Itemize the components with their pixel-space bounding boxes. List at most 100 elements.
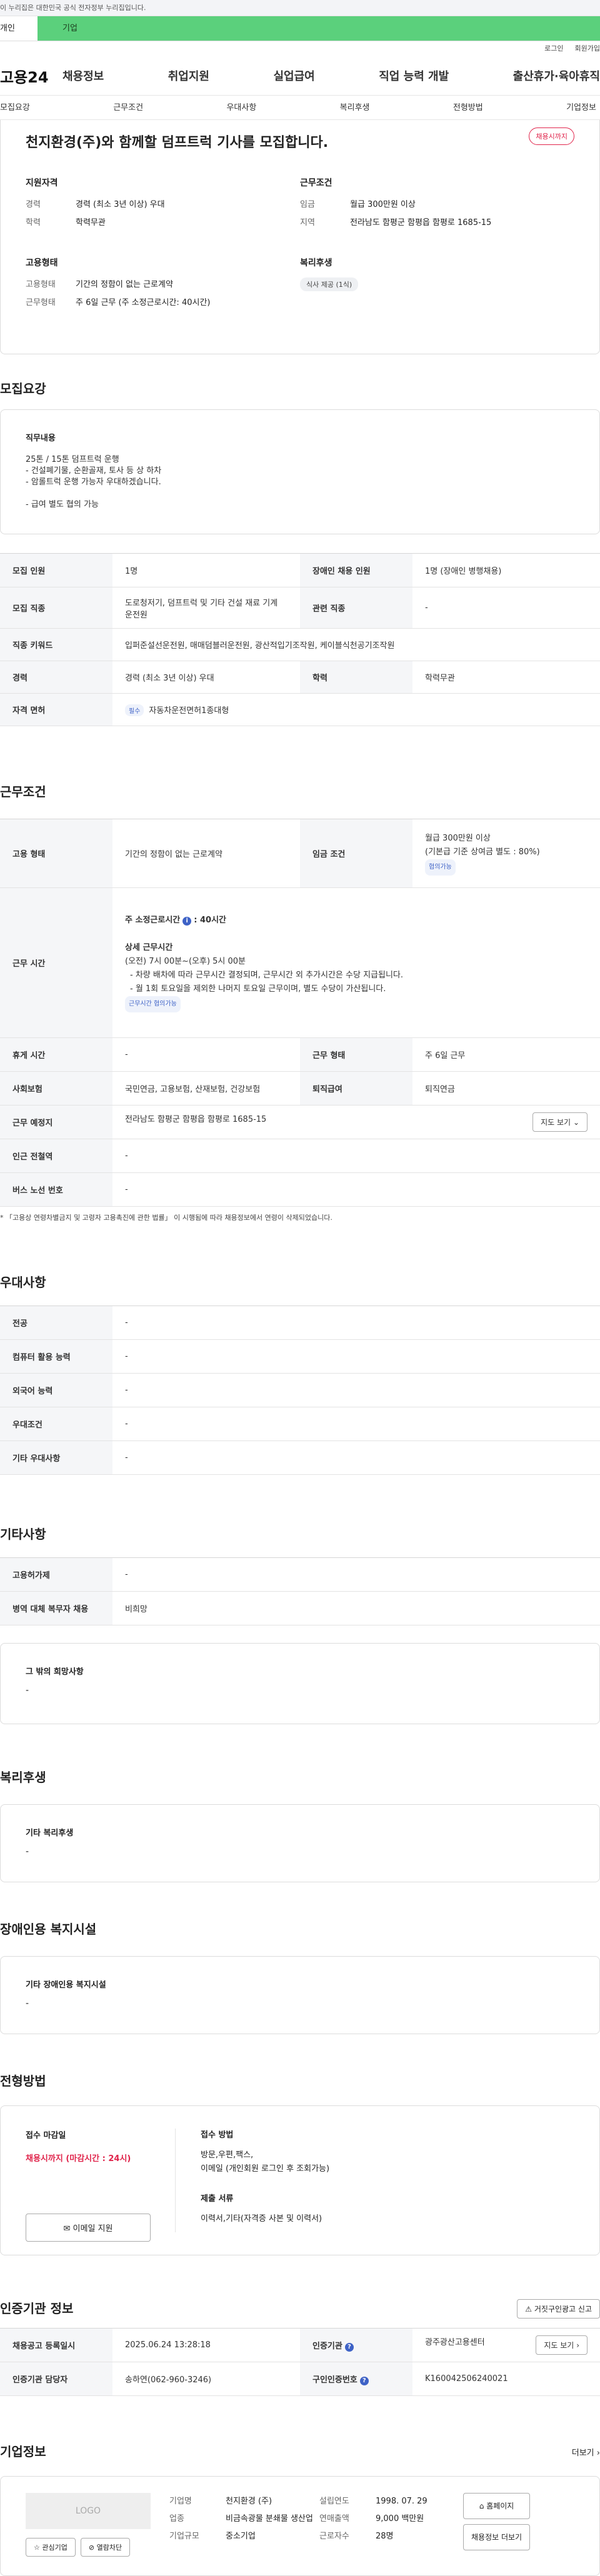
nav-unemployment-benefit[interactable]: 실업급여 bbox=[274, 67, 315, 84]
map-button[interactable]: 지도 보기 ⌄ bbox=[532, 1112, 588, 1132]
label: 장애인 채용 인원 bbox=[300, 553, 412, 587]
label: 구인인증번호? bbox=[300, 2362, 412, 2396]
login-link[interactable]: 로그인 bbox=[544, 41, 563, 56]
company-more-label: 더보기 bbox=[571, 2448, 594, 2458]
pref-table: 전공 - 컴퓨터 활용 능력 - 외국어 능력 - 우대조건 - 기타 우대사항 - bbox=[0, 1305, 600, 1475]
label: 사회보험 bbox=[0, 1071, 112, 1106]
value: 입퍼준설선운전원, 매매덤블러운전원, 광산적입기조작원, 케이블식천공기조작원 bbox=[112, 628, 600, 661]
facility-card: 기타 장애인용 복지시설 - bbox=[0, 1956, 600, 2034]
company-logo: LOGO bbox=[26, 2493, 151, 2529]
hours-negotiable-tag: 근무시간 협의가능 bbox=[125, 996, 181, 1012]
label: 채용공고 등록일시 bbox=[0, 2328, 112, 2362]
value: 전라남도 함평군 함평읍 함평로 1685-15 bbox=[350, 218, 492, 227]
emp-title: 고용형태 bbox=[26, 258, 58, 268]
signup-link[interactable]: 회원가입 bbox=[575, 41, 600, 56]
label: 직종 키워드 bbox=[0, 628, 112, 661]
company-card: LOGO ☆ 관심기업 ⊘ 열람차단 기업명 천지환경 (주) 업종 비금속광물 분… bbox=[0, 2476, 600, 2576]
label: 고용허가제 bbox=[0, 1557, 112, 1592]
etc-heading: 기타사항 bbox=[0, 1527, 46, 1542]
homepage-button[interactable]: ⌂ 홈페이지 bbox=[463, 2493, 531, 2519]
label: 인근 전철역 bbox=[0, 1139, 112, 1173]
job-title: 천지환경(주)와 함께할 덤프트럭 기사를 모집합니다. bbox=[26, 135, 329, 151]
cert-table: 채용공고 등록일시 2025.06.24 13:28:18 인증기관? 광주광산… bbox=[0, 2328, 600, 2396]
screen-card: 접수 마감일 채용시까지 (마감시간 : 24시) ✉ 이메일 지원 접수 방법… bbox=[0, 2105, 600, 2255]
email-apply-button[interactable]: ✉ 이메일 지원 bbox=[26, 2214, 151, 2242]
duty-label: 직무내용 bbox=[26, 434, 56, 443]
report-fake-button[interactable]: ⚠ 거짓구인광고 신고 bbox=[517, 2299, 600, 2319]
favorite-label: 관심기업 bbox=[42, 2544, 68, 2552]
label: 전공 bbox=[0, 1305, 112, 1340]
tab-work[interactable]: 근무조건 bbox=[113, 96, 143, 119]
hope-card: 그 밖의 희망사항 - bbox=[0, 1643, 600, 1724]
block-button[interactable]: ⊘ 열람차단 bbox=[80, 2538, 131, 2557]
nav-vocational-training[interactable]: 직업 능력 개발 bbox=[379, 67, 449, 84]
label: 인증기관 담당자 bbox=[0, 2362, 112, 2396]
value: 비금속광물 분쇄물 생산업 bbox=[226, 2514, 313, 2524]
tab-personal[interactable]: 개인 bbox=[0, 16, 38, 41]
nav-parental-leave[interactable]: 출산휴가·육아휴직 bbox=[513, 67, 600, 84]
value: 중소기업 bbox=[226, 2532, 256, 2541]
label: 근무 형태 bbox=[300, 1037, 412, 1072]
label: 업종 bbox=[169, 2514, 184, 2524]
label: 모집 직종 bbox=[0, 587, 112, 629]
cert-map-button[interactable]: 지도 보기 › bbox=[536, 2335, 588, 2355]
label: 학력 bbox=[26, 218, 41, 227]
value: 도로청저기, 덤프트럭 및 기타 건설 재료 기계 운전원 bbox=[112, 587, 300, 629]
nav-jobs[interactable]: 채용정보 bbox=[62, 67, 104, 84]
value: K160042506240021 bbox=[412, 2362, 600, 2396]
value: 전라남도 함평군 함평읍 함평로 1685-15 지도 보기 ⌄ bbox=[112, 1105, 600, 1139]
email-apply-label: 이메일 지원 bbox=[72, 2224, 113, 2234]
label: 근로자수 bbox=[319, 2532, 349, 2541]
label: 지역 bbox=[300, 218, 315, 227]
facility-label: 기타 장애인용 복지시설 bbox=[26, 1980, 106, 1990]
detail-bullet: - 월 1회 토요일을 제외한 나머지 토요일 근무이며, 별도 수당이 가산됩… bbox=[130, 984, 386, 994]
label: 관련 직종 bbox=[300, 587, 412, 629]
label: 고용 형태 bbox=[0, 819, 112, 888]
cert-no-label: 구인인증번호 bbox=[312, 2375, 358, 2385]
value: 주 6일 근무 (주 소정근로시간: 40시간) bbox=[76, 298, 211, 307]
value: 국민연금, 고용보험, 산재보험, 건강보험 bbox=[112, 1071, 300, 1106]
mail-icon: ✉ bbox=[63, 2224, 71, 2234]
info-icon[interactable]: ? bbox=[359, 2376, 369, 2385]
label: 학력 bbox=[300, 661, 412, 694]
cert-org-value: 광주광산고용센터 bbox=[425, 2338, 485, 2347]
info-icon[interactable]: i bbox=[182, 916, 192, 926]
value: 1명 (장애인 병행채용) bbox=[412, 553, 600, 587]
recruit-table: 모집 인원 1명 장애인 채용 인원 1명 (장애인 병행채용) 모집 직종 도… bbox=[0, 553, 600, 726]
label: 근무 예정지 bbox=[0, 1105, 112, 1139]
benefit-value: - bbox=[26, 1847, 29, 1857]
label: 인증기관? bbox=[300, 2328, 412, 2362]
label: 임금 조건 bbox=[300, 819, 412, 888]
hope-value: - bbox=[26, 1685, 29, 1695]
screen-heading: 전형방법 bbox=[0, 2074, 46, 2089]
value: - bbox=[112, 1373, 600, 1407]
more-jobs-button[interactable]: 채용정보 더보기 bbox=[463, 2524, 531, 2550]
detail-bullet: - 차량 배차에 따라 근무시간 결정되며, 근무시간 외 추가시간은 수당 지… bbox=[130, 970, 403, 980]
label: 임금 bbox=[300, 200, 315, 209]
label: 경력 bbox=[0, 661, 112, 694]
value: 1998. 07. 29 bbox=[376, 2497, 428, 2506]
value: 학력무관 bbox=[412, 661, 600, 694]
cond-title: 근무조건 bbox=[300, 178, 332, 188]
tab-company[interactable]: 기업 bbox=[38, 16, 600, 41]
section-tabs: 모집요강 근무조건 우대사항 복리후생 전형방법 기업정보 bbox=[0, 95, 600, 120]
value: - bbox=[112, 1557, 600, 1592]
label: 자격 면허 bbox=[0, 693, 112, 726]
info-icon[interactable]: ? bbox=[344, 2342, 354, 2352]
tab-company-info[interactable]: 기업정보 bbox=[566, 96, 596, 119]
tab-pref[interactable]: 우대사항 bbox=[226, 96, 256, 119]
tab-screen[interactable]: 전형방법 bbox=[453, 96, 483, 119]
facility-value: - bbox=[26, 1999, 29, 2009]
favorite-button[interactable]: ☆ 관심기업 bbox=[26, 2538, 76, 2557]
tab-benefit[interactable]: 복리후생 bbox=[340, 96, 370, 119]
pref-heading: 우대사항 bbox=[0, 1275, 46, 1290]
job-summary-card: 천지환경(주)와 함께할 덤프트럭 기사를 모집합니다. 채용시까지 지원자격 … bbox=[0, 120, 600, 354]
label: 컴퓨터 활용 능력 bbox=[0, 1339, 112, 1374]
nav-employment-support[interactable]: 취업지원 bbox=[168, 67, 209, 84]
value: 송하연(062-960-3246) bbox=[112, 2362, 300, 2396]
main-nav: 고용24 채용정보 취업지원 실업급여 직업 능력 개발 출산휴가·육아휴직 bbox=[0, 56, 600, 95]
label: 휴게 시간 bbox=[0, 1037, 112, 1072]
site-logo[interactable]: 고용24 bbox=[0, 65, 62, 87]
tab-recruit[interactable]: 모집요강 bbox=[0, 96, 30, 119]
company-more-link[interactable]: 더보기 › bbox=[572, 2446, 600, 2458]
